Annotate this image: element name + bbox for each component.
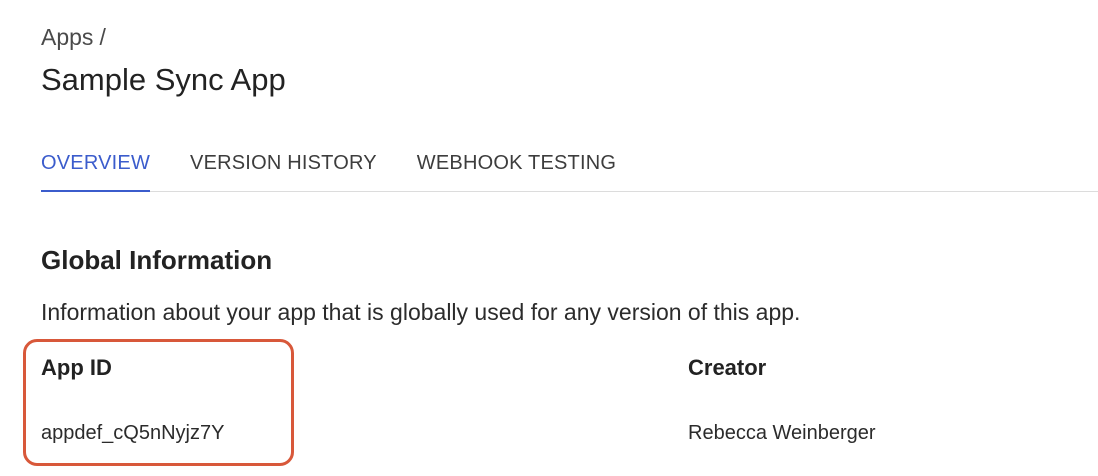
tab-bar: OVERVIEW VERSION HISTORY WEBHOOK TESTING [41, 140, 1098, 192]
creator-label: Creator [688, 355, 767, 380]
creator-value: Rebecca Weinberger [688, 422, 876, 444]
tab-webhook-testing[interactable]: WEBHOOK TESTING [417, 152, 616, 192]
page-title: Sample Sync App [41, 62, 286, 97]
app-overview-page: Apps / Sample Sync App OVERVIEW VERSION … [0, 0, 1098, 476]
app-id-label: App ID [41, 355, 112, 380]
tab-overview[interactable]: OVERVIEW [41, 152, 151, 192]
breadcrumb-apps-link[interactable]: Apps [41, 24, 93, 51]
section-description: Information about your app that is globa… [41, 299, 801, 325]
app-id-value: appdef_cQ5nNyjz7Y [41, 422, 225, 444]
section-title: Global Information [41, 245, 273, 275]
breadcrumb-separator: / [99, 24, 106, 50]
breadcrumb: Apps / [41, 24, 106, 51]
tab-version-history[interactable]: VERSION HISTORY [190, 152, 377, 192]
